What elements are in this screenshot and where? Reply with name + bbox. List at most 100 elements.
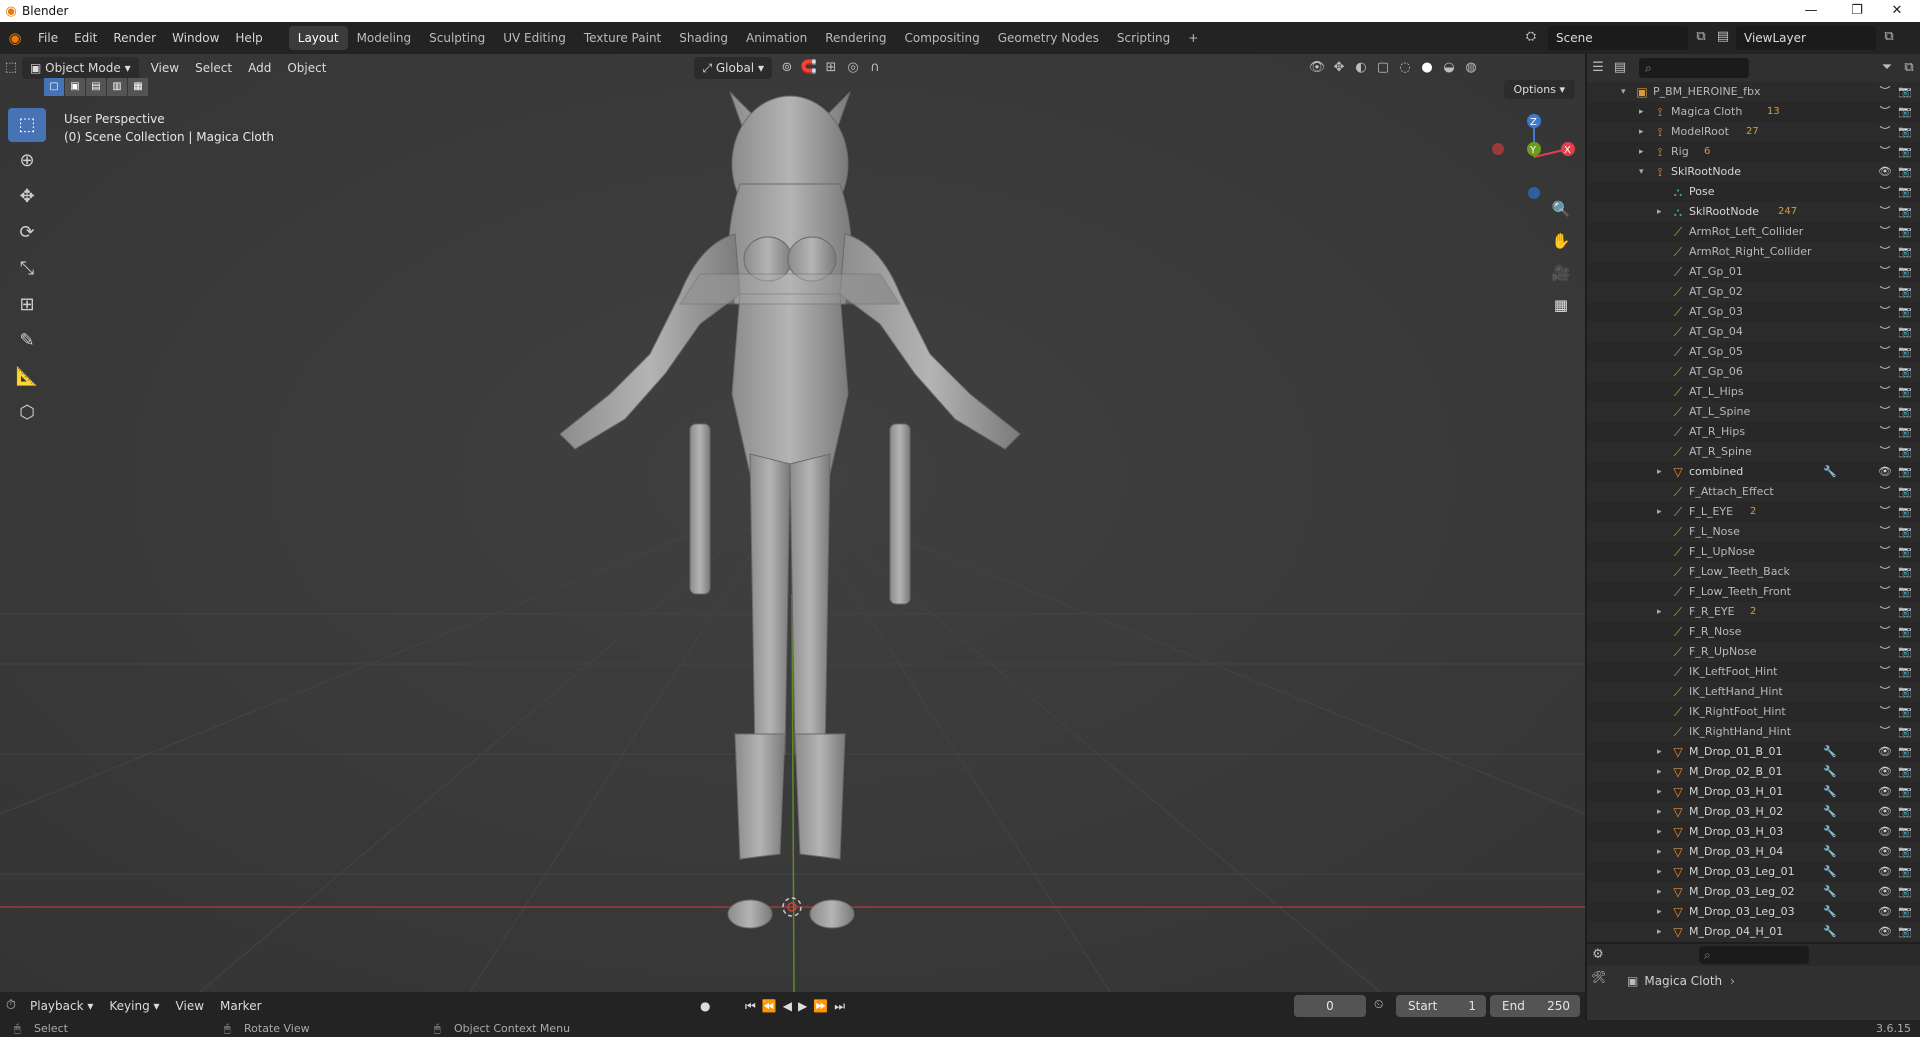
render-camera-icon[interactable]: 📷: [1897, 742, 1913, 762]
outliner-row[interactable]: ⟋ AT_Gp_01 ︶ 📷: [1587, 262, 1920, 282]
modifier-wrench-icon[interactable]: 🔧: [1823, 922, 1837, 942]
render-camera-icon[interactable]: 📷: [1897, 862, 1913, 882]
camera-view-icon[interactable]: 🎥: [1546, 258, 1576, 288]
scene-icon[interactable]: ⛭: [1520, 26, 1542, 48]
outliner-row[interactable]: ▾ ▣ P_BM_HEROINE_fbx ︶ 📷: [1587, 82, 1920, 102]
expand-right-icon[interactable]: ▸: [1657, 502, 1667, 522]
render-camera-icon[interactable]: 📷: [1897, 782, 1913, 802]
add-workspace-button[interactable]: +: [1179, 26, 1207, 50]
expand-right-icon[interactable]: ▸: [1657, 462, 1667, 482]
viewport-menu-add[interactable]: Add: [240, 57, 279, 79]
properties-editor-icon[interactable]: ⚙: [1587, 944, 1609, 966]
render-camera-icon[interactable]: 📷: [1897, 242, 1913, 262]
render-camera-icon[interactable]: 📷: [1897, 642, 1913, 662]
timeline-menu-playback[interactable]: Playback ▾: [22, 995, 101, 1017]
outliner-row[interactable]: ⟋ AT_L_Hips ︶ 📷: [1587, 382, 1920, 402]
eye-closed-icon[interactable]: ︶: [1877, 702, 1893, 722]
eye-closed-icon[interactable]: ︶: [1877, 642, 1893, 662]
render-camera-icon[interactable]: 📷: [1897, 482, 1913, 502]
eye-closed-icon[interactable]: ︶: [1877, 182, 1893, 202]
timeline-menu-marker[interactable]: Marker: [212, 995, 269, 1017]
render-camera-icon[interactable]: 📷: [1897, 402, 1913, 422]
options-dropdown[interactable]: Options ▾: [1503, 80, 1575, 99]
expand-right-icon[interactable]: ▸: [1657, 922, 1667, 942]
stopwatch-icon[interactable]: ⏲: [1374, 997, 1383, 1012]
render-camera-icon[interactable]: 📷: [1897, 542, 1913, 562]
next-key-icon[interactable]: ⏩: [813, 999, 834, 1013]
add-cube-tool-icon[interactable]: ⬡: [8, 396, 46, 430]
render-camera-icon[interactable]: 📷: [1897, 582, 1913, 602]
expand-right-icon[interactable]: ▸: [1657, 762, 1667, 782]
eye-closed-icon[interactable]: ︶: [1877, 142, 1893, 162]
render-camera-icon[interactable]: 📷: [1897, 382, 1913, 402]
transform-tool-icon[interactable]: ⊞: [8, 288, 46, 322]
measure-tool-icon[interactable]: 📐: [8, 360, 46, 394]
gizmo-toggle-icon[interactable]: ✥: [1328, 57, 1350, 79]
prev-key-icon[interactable]: ⏪: [762, 999, 783, 1013]
eye-icon[interactable]: 👁: [1877, 842, 1893, 862]
outliner-row[interactable]: ⟋ F_R_Nose ︶ 📷: [1587, 622, 1920, 642]
workspace-tab-shading[interactable]: Shading: [670, 26, 737, 50]
timeline-menu-view[interactable]: View: [168, 995, 212, 1017]
render-camera-icon[interactable]: 📷: [1897, 362, 1913, 382]
new-collection-icon[interactable]: ⧉: [1898, 57, 1920, 79]
eye-closed-icon[interactable]: ︶: [1877, 722, 1893, 742]
expand-right-icon[interactable]: ▸: [1657, 802, 1667, 822]
outliner-row[interactable]: ▸ ▽ M_Drop_01_B_01 🔧 👁 📷: [1587, 742, 1920, 762]
outliner-row[interactable]: ▸ ▽ M_Drop_03_Leg_03 🔧 👁 📷: [1587, 902, 1920, 922]
eye-closed-icon[interactable]: ︶: [1877, 682, 1893, 702]
snap-target-icon[interactable]: ⊞: [820, 57, 842, 79]
viewport-menu-object[interactable]: Object: [279, 57, 334, 79]
menu-window[interactable]: Window: [164, 22, 227, 54]
render-camera-icon[interactable]: 📷: [1897, 262, 1913, 282]
material-shading-icon[interactable]: ◒: [1438, 57, 1460, 79]
modifier-wrench-icon[interactable]: 🔧: [1823, 762, 1837, 782]
render-camera-icon[interactable]: 📷: [1897, 762, 1913, 782]
eye-closed-icon[interactable]: ︶: [1877, 402, 1893, 422]
render-camera-icon[interactable]: 📷: [1897, 902, 1913, 922]
outliner-row[interactable]: ▸ ⟋ F_L_EYE 2 ︶ 📷: [1587, 502, 1920, 522]
select-new-icon[interactable]: ▢: [44, 78, 64, 96]
wireframe-shading-icon[interactable]: ◌: [1394, 57, 1416, 79]
workspace-tab-modeling[interactable]: Modeling: [348, 26, 421, 50]
select-intersect-icon[interactable]: ▦: [128, 78, 148, 96]
select-extend-icon[interactable]: ▣: [65, 78, 85, 96]
workspace-tab-texture-paint[interactable]: Texture Paint: [575, 26, 670, 50]
outliner-row[interactable]: ⟋ F_L_UpNose ︶ 📷: [1587, 542, 1920, 562]
outliner-row[interactable]: ⟋ ArmRot_Left_Collider ︶ 📷: [1587, 222, 1920, 242]
render-camera-icon[interactable]: 📷: [1897, 102, 1913, 122]
eye-icon[interactable]: 👁: [1877, 742, 1893, 762]
outliner-row[interactable]: ⟋ IK_LeftFoot_Hint ︶ 📷: [1587, 662, 1920, 682]
view-layer-selector[interactable]: ViewLayer: [1736, 26, 1876, 50]
outliner-row[interactable]: ▸ ▽ M_Drop_03_H_02 🔧 👁 📷: [1587, 802, 1920, 822]
expand-right-icon[interactable]: ▸: [1639, 122, 1649, 142]
workspace-tab-scripting[interactable]: Scripting: [1108, 26, 1179, 50]
timeline-editor-icon[interactable]: ⏱: [0, 995, 22, 1017]
outliner-row[interactable]: ⟋ AT_Gp_05 ︶ 📷: [1587, 342, 1920, 362]
modifier-wrench-icon[interactable]: 🔧: [1823, 882, 1837, 902]
modifier-wrench-icon[interactable]: 🔧: [1823, 842, 1837, 862]
eye-closed-icon[interactable]: ︶: [1877, 622, 1893, 642]
outliner-row[interactable]: ▸ ⛬ SklRootNode 247 ︶ 📷: [1587, 202, 1920, 222]
outliner-row[interactable]: ⟋ F_Low_Teeth_Back ︶ 📷: [1587, 562, 1920, 582]
outliner-row[interactable]: ▸ ⟋ F_R_EYE 2 ︶ 📷: [1587, 602, 1920, 622]
outliner-row[interactable]: ⟋ ArmRot_Right_Collider ︶ 📷: [1587, 242, 1920, 262]
workspace-tab-uv-editing[interactable]: UV Editing: [494, 26, 575, 50]
outliner-row[interactable]: ▸ ⟟ Rig 6 ︶ 📷: [1587, 142, 1920, 162]
outliner-row[interactable]: ⟋ F_Low_Teeth_Front ︶ 📷: [1587, 582, 1920, 602]
render-camera-icon[interactable]: 📷: [1897, 662, 1913, 682]
outliner-row[interactable]: ⟋ AT_R_Hips ︶ 📷: [1587, 422, 1920, 442]
expand-right-icon[interactable]: ▸: [1639, 142, 1649, 162]
jump-start-icon[interactable]: ⏮: [745, 999, 762, 1013]
modifier-wrench-icon[interactable]: 🔧: [1823, 862, 1837, 882]
render-camera-icon[interactable]: 📷: [1897, 822, 1913, 842]
render-camera-icon[interactable]: 📷: [1897, 142, 1913, 162]
view-layer-icon[interactable]: ▤: [1712, 26, 1734, 48]
outliner-row[interactable]: ⟋ AT_L_Spine ︶ 📷: [1587, 402, 1920, 422]
solid-shading-icon[interactable]: ●: [1416, 57, 1438, 79]
render-camera-icon[interactable]: 📷: [1897, 162, 1913, 182]
outliner-row[interactable]: ▸ ▽ M_Drop_02_B_01 🔧 👁 📷: [1587, 762, 1920, 782]
start-frame-field[interactable]: Start 1: [1396, 995, 1486, 1017]
viewport-menu-view[interactable]: View: [143, 57, 187, 79]
eye-icon[interactable]: 👁: [1877, 862, 1893, 882]
